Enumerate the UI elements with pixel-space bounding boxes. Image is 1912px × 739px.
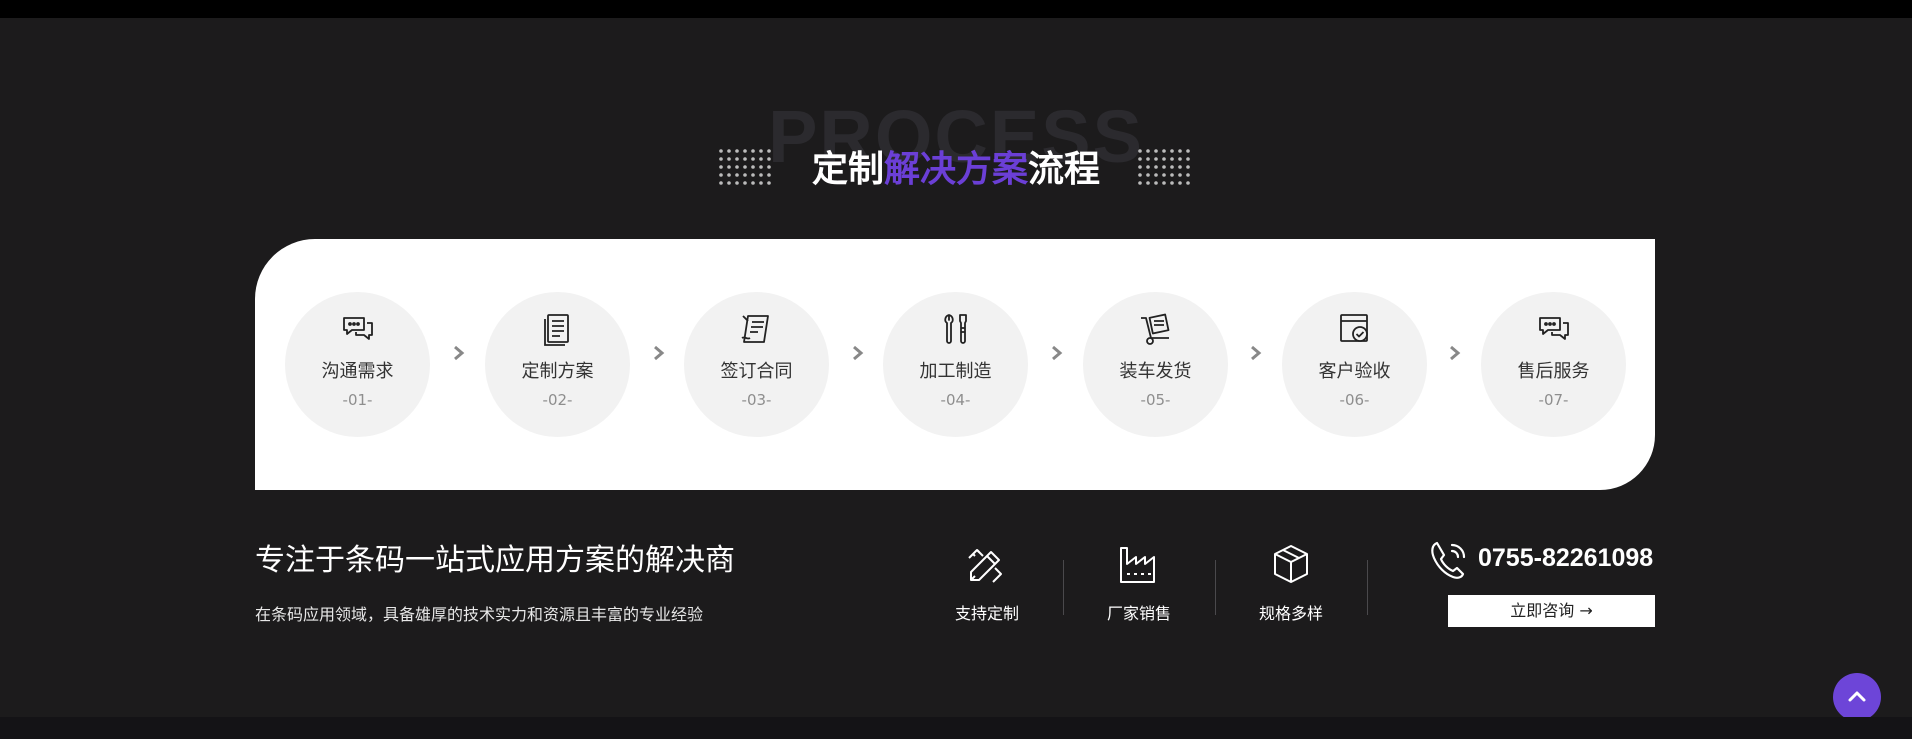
step-number: -01- [342,391,373,409]
divider [1063,560,1064,615]
back-to-top-button[interactable] [1833,673,1881,721]
feature-custom: 支持定制 [927,542,1047,624]
process-step-6[interactable]: 客户验收 -06- [1282,292,1427,437]
title-part-1: 定制 [811,149,884,190]
chevron-right-icon [1251,345,1262,361]
step-number: -06- [1339,391,1370,409]
phone-icon [1431,541,1466,579]
title-part-2: 流程 [1028,149,1101,190]
process-step-2[interactable]: 定制方案 -02- [485,292,630,437]
feature-label: 支持定制 [954,604,1019,623]
step-label: 沟通需求 [321,361,394,382]
chevron-right-icon [654,345,665,361]
process-step-5[interactable]: 装车发货 -05- [1083,292,1228,437]
step-label: 加工制造 [919,361,992,382]
chevron-right-icon [1450,345,1461,361]
process-step-7[interactable]: 售后服务 -07- [1481,292,1626,437]
process-step-3[interactable]: 签订合同 -03- [684,292,829,437]
checkbox-window-icon [1340,314,1368,342]
feature-label: 厂家销售 [1106,604,1171,623]
chevron-right-icon [853,345,864,361]
consult-now-button[interactable]: 立即咨询 → [1448,595,1655,627]
step-number: -02- [542,391,573,409]
phone-number[interactable]: 0755-82261098 [1478,544,1653,573]
feature-label: 规格多样 [1258,604,1323,623]
step-number: -07- [1538,391,1569,409]
bottom-bar [0,717,1912,739]
step-label: 售后服务 [1517,361,1590,382]
chevron-up-icon [1848,691,1866,702]
pencil-ruler-icon [968,549,1002,583]
top-bar [0,0,1912,18]
document-list-icon [544,314,569,346]
step-label: 签订合同 [720,361,793,382]
box-icon [1274,545,1308,583]
feature-factory: 厂家销售 [1079,542,1199,624]
feature-variety: 规格多样 [1231,542,1351,624]
factory-icon [1120,547,1155,583]
process-step-1[interactable]: 沟通需求 -01- [285,292,430,437]
step-label: 装车发货 [1119,361,1192,382]
chevron-right-icon [454,345,465,361]
divider [1367,560,1368,615]
tools-icon [944,314,967,344]
contract-sign-icon [741,315,769,343]
step-label: 客户验收 [1318,361,1391,382]
step-number: -04- [940,391,971,409]
process-card: 沟通需求 -01- 定制方案 -02- 签订合同 -03- 加工制造 -04- [255,239,1655,490]
subline: 在条码应用领域，具备雄厚的技术实力和资源且丰富的专业经验 [255,605,704,624]
step-number: -05- [1140,391,1171,409]
chevron-right-icon [1052,345,1063,361]
title-accent: 解决方案 [883,149,1028,190]
chat-bubbles-icon [343,317,373,340]
process-step-4[interactable]: 加工制造 -04- [883,292,1028,437]
divider [1215,560,1216,615]
section-title: 定制解决方案流程 [0,146,1912,194]
chat-bubbles-icon [1539,317,1569,340]
hand-truck-icon [1141,313,1170,345]
step-label: 定制方案 [521,361,594,382]
headline: 专注于条码一站式应用方案的解决商 [255,543,735,578]
step-number: -03- [741,391,772,409]
